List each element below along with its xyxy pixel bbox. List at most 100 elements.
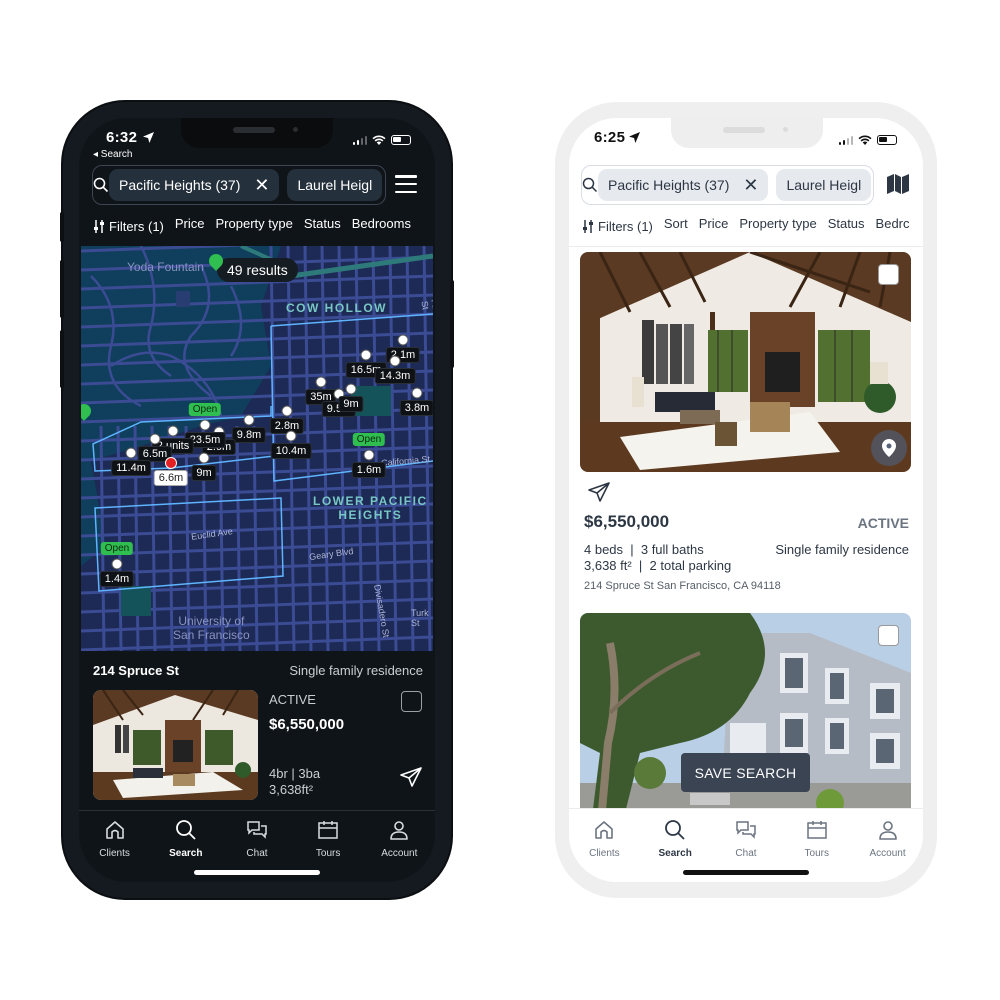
listing-price: $6,550,000 bbox=[269, 716, 345, 733]
sliders-icon bbox=[583, 219, 593, 233]
tab-tours[interactable]: Tours bbox=[787, 818, 847, 859]
tab-search[interactable]: Search bbox=[156, 818, 216, 859]
listing-property-type: Single family residence bbox=[289, 663, 423, 678]
home-indicator bbox=[194, 870, 320, 875]
filter-status[interactable]: Status bbox=[828, 216, 865, 236]
battery-icon bbox=[391, 135, 411, 145]
marker-price-label[interactable]: 6.6m bbox=[153, 470, 189, 486]
listing-photo[interactable] bbox=[93, 690, 258, 800]
map-pin-button[interactable] bbox=[871, 430, 907, 466]
cellular-signal-icon bbox=[352, 135, 367, 145]
listing-status: ACTIVE bbox=[857, 515, 909, 531]
selected-listing-marker[interactable] bbox=[165, 457, 177, 469]
marker-price-label[interactable]: 9m bbox=[338, 396, 364, 412]
tab-chat[interactable]: Chat bbox=[716, 818, 776, 859]
map-view[interactable]: 49 results Yoda Fountain University of S… bbox=[81, 246, 433, 651]
filter-sort[interactable]: Sort bbox=[664, 216, 688, 236]
home-icon bbox=[103, 818, 127, 845]
listing-marker[interactable] bbox=[281, 405, 293, 417]
status-bar: 6:32 ◂ Search bbox=[79, 118, 435, 162]
tab-chat[interactable]: Chat bbox=[227, 818, 287, 859]
listing-marker[interactable] bbox=[198, 452, 210, 464]
filter-bedrooms[interactable]: Bedrc bbox=[876, 216, 910, 236]
volume-up-button bbox=[60, 260, 64, 318]
area-lower-pacific-heights: LOWER PACIFIC HEIGHTS bbox=[313, 494, 428, 522]
filter-property-type[interactable]: Property type bbox=[216, 216, 293, 236]
filters-button[interactable]: Filters (1) bbox=[93, 216, 164, 236]
tab-clients[interactable]: Clients bbox=[574, 818, 634, 859]
marker-price-label[interactable]: 3.8m bbox=[399, 400, 433, 416]
marker-price-label[interactable]: 9m bbox=[191, 465, 217, 481]
marker-price-label[interactable]: 11.4m bbox=[111, 460, 151, 476]
tab-search[interactable]: Search bbox=[645, 818, 705, 859]
listing-photo[interactable] bbox=[580, 252, 911, 472]
search-icon bbox=[663, 818, 687, 845]
save-search-button[interactable]: SAVE SEARCH bbox=[681, 753, 810, 792]
listing-marker[interactable] bbox=[285, 430, 297, 442]
location-chip-pacific-heights[interactable]: Pacific Heights (37) ✕ bbox=[598, 169, 769, 201]
area-cow-hollow: COW HOLLOW bbox=[286, 301, 387, 315]
select-listing-checkbox[interactable] bbox=[878, 625, 899, 646]
bottom-tab-bar: Clients Search Chat Tours Account bbox=[569, 818, 923, 859]
filter-bedrooms[interactable]: Bedrooms bbox=[352, 216, 411, 236]
filter-status[interactable]: Status bbox=[304, 216, 341, 236]
listing-property-type: Single family residence bbox=[775, 542, 909, 557]
share-icon[interactable] bbox=[400, 767, 422, 792]
listing-photo[interactable] bbox=[580, 613, 911, 833]
listing-marker[interactable] bbox=[345, 383, 357, 395]
tab-account[interactable]: Account bbox=[858, 818, 918, 859]
tab-label: Tours bbox=[804, 848, 829, 859]
location-chip-laurel-heights[interactable]: Laurel Heigl bbox=[776, 169, 872, 201]
wifi-icon bbox=[372, 135, 386, 145]
marker-price-label[interactable]: 9.8m bbox=[231, 427, 267, 443]
listing-marker[interactable] bbox=[389, 355, 401, 367]
remove-chip-icon[interactable]: ✕ bbox=[254, 176, 269, 194]
location-chip-pacific-heights[interactable]: Pacific Heights (37) ✕ bbox=[109, 169, 280, 201]
status-time: 6:25 bbox=[594, 129, 626, 146]
location-chip-laurel-heights[interactable]: Laurel Heigl bbox=[287, 169, 383, 201]
marker-price-label[interactable]: 14.3m bbox=[374, 368, 416, 384]
filter-property-type[interactable]: Property type bbox=[739, 216, 816, 236]
tab-clients[interactable]: Clients bbox=[85, 818, 145, 859]
select-listing-checkbox[interactable] bbox=[401, 691, 422, 712]
location-arrow-icon bbox=[629, 130, 640, 148]
tab-tours[interactable]: Tours bbox=[298, 818, 358, 859]
listing-marker[interactable] bbox=[243, 414, 255, 426]
listing-marker[interactable] bbox=[411, 387, 423, 399]
back-to-search-link[interactable]: ◂ Search bbox=[93, 149, 132, 160]
filter-price[interactable]: Price bbox=[175, 216, 205, 236]
filter-bar: Filters (1) Sort Price Property type Sta… bbox=[582, 216, 910, 236]
map-view-toggle-icon[interactable] bbox=[887, 174, 909, 199]
select-listing-checkbox[interactable] bbox=[878, 264, 899, 285]
listing-marker[interactable] bbox=[363, 449, 375, 461]
listing-marker[interactable] bbox=[167, 425, 179, 437]
tab-account[interactable]: Account bbox=[369, 818, 429, 859]
listing-marker[interactable] bbox=[125, 447, 137, 459]
selected-listing-header[interactable]: 214 Spruce St Single family residence bbox=[93, 663, 423, 678]
filters-label: Filters (1) bbox=[598, 218, 653, 234]
filter-bar: Filters (1) Price Property type Status B… bbox=[93, 216, 411, 236]
remove-chip-icon[interactable]: ✕ bbox=[743, 176, 758, 194]
marker-price-label[interactable]: 1.6m bbox=[351, 462, 387, 478]
marker-price-label[interactable]: 10.4m bbox=[270, 443, 312, 459]
chip-label: Laurel Heigl bbox=[786, 177, 862, 193]
filters-label: Filters (1) bbox=[109, 218, 164, 234]
listing-marker[interactable] bbox=[315, 376, 327, 388]
listing-marker[interactable] bbox=[360, 349, 372, 361]
chat-icon bbox=[245, 818, 269, 845]
filters-button[interactable]: Filters (1) bbox=[582, 216, 653, 236]
filter-price[interactable]: Price bbox=[699, 216, 729, 236]
listing-marker[interactable] bbox=[149, 433, 161, 445]
list-view-menu-button[interactable] bbox=[395, 175, 417, 193]
dark-phone-frame: 6:32 ◂ Search Pacific Heights (37) ✕ Lau… bbox=[60, 102, 454, 898]
marker-price-label[interactable]: 1.4m bbox=[99, 571, 135, 587]
home-icon bbox=[592, 818, 616, 845]
listing-marker[interactable] bbox=[397, 334, 409, 346]
share-icon[interactable] bbox=[588, 482, 610, 507]
listing-full-address[interactable]: 214 Spruce St San Francisco, CA 94118 bbox=[584, 580, 781, 592]
listing-marker[interactable] bbox=[111, 558, 123, 570]
street-turk: Turk St bbox=[411, 608, 429, 628]
search-bar[interactable]: Pacific Heights (37) ✕ Laurel Heigl bbox=[92, 165, 386, 205]
search-bar[interactable]: Pacific Heights (37) ✕ Laurel Heigl bbox=[581, 165, 874, 205]
listing-marker[interactable] bbox=[199, 419, 211, 431]
